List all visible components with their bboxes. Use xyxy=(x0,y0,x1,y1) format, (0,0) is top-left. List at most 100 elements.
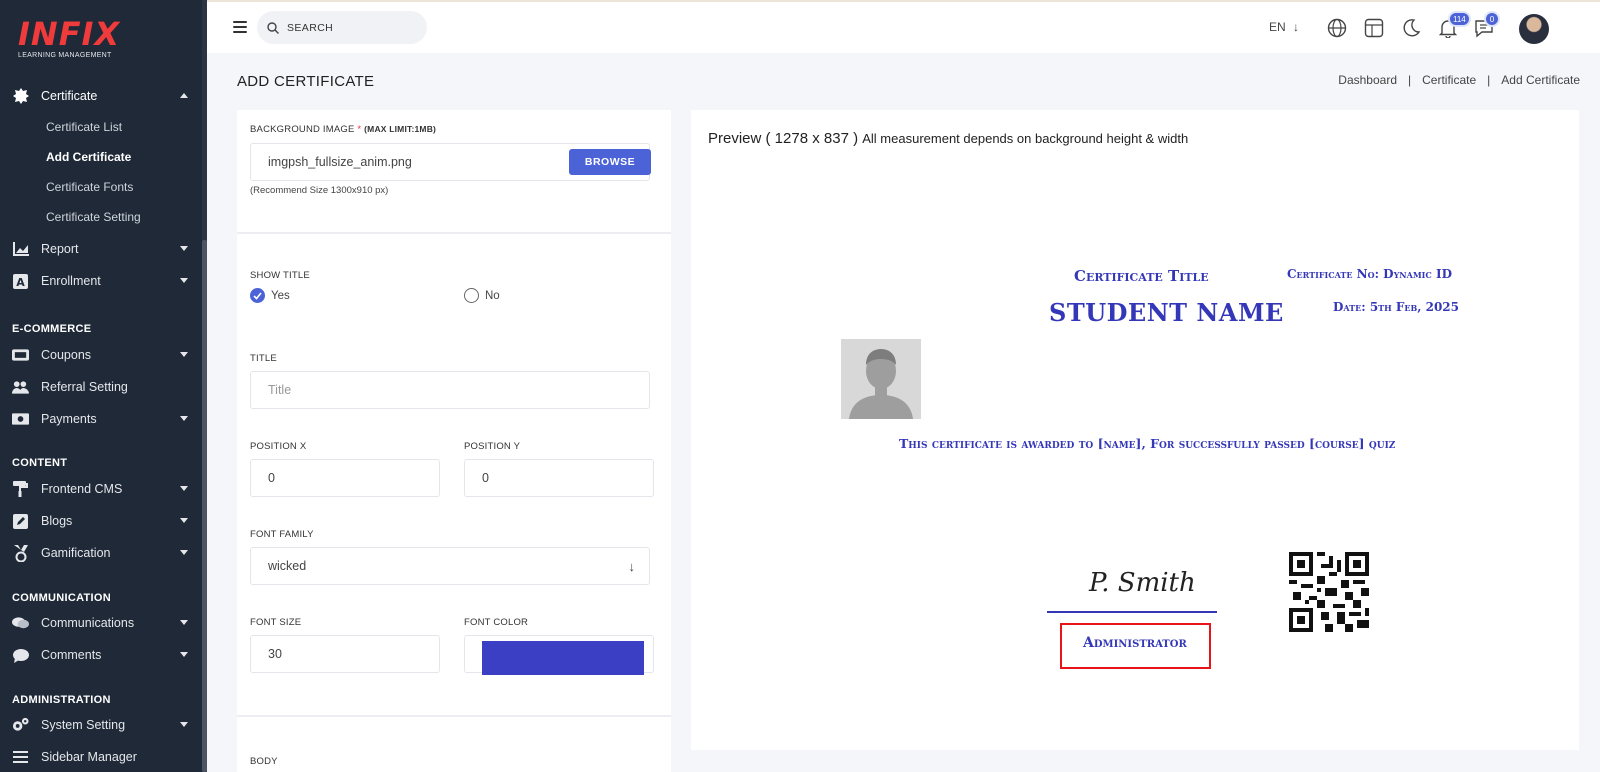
student-photo-placeholder xyxy=(841,339,921,419)
preview-title-main: Preview ( 1278 x 837 ) xyxy=(708,130,859,147)
sidebar-item-label: Certificate xyxy=(41,89,98,103)
search-icon xyxy=(267,21,279,34)
sidebar-subitem-certificate-fonts[interactable]: Certificate Fonts xyxy=(46,180,133,194)
list-icon xyxy=(12,749,29,766)
chevron-down-icon xyxy=(180,278,188,283)
max-limit-hint: (MAX LIMIT:1MB) xyxy=(364,124,437,134)
certificate-preview: Preview ( 1278 x 837 ) All measurement d… xyxy=(691,110,1579,750)
font-family-select[interactable]: wicked ↓ xyxy=(250,547,650,585)
app-logo[interactable]: INFIX LEARNING MANAGEMENT xyxy=(18,18,120,59)
sidebar-item-blogs[interactable]: Blogs xyxy=(12,509,192,533)
comment-icon xyxy=(12,647,29,664)
chevron-up-icon xyxy=(180,93,188,98)
radio-unchecked-icon xyxy=(464,288,479,303)
chart-icon xyxy=(12,241,29,258)
sidebar-item-label: Communications xyxy=(41,616,135,630)
sidebar-item-label: Gamification xyxy=(41,546,111,560)
title-label: TITLE xyxy=(250,353,277,364)
messages-icon[interactable]: 0 xyxy=(1474,11,1500,38)
menu-toggle-icon[interactable] xyxy=(233,21,247,33)
sidebar-item-sidebar-manager[interactable]: Sidebar Manager xyxy=(12,745,192,769)
sidebar-item-gamification[interactable]: Gamification xyxy=(12,541,192,565)
show-title-label: SHOW TITLE xyxy=(250,270,310,281)
cert-title: Certificate Title xyxy=(1074,267,1209,285)
section-content: CONTENT xyxy=(12,457,68,469)
signature-image: P. Smith xyxy=(1089,568,1196,598)
title-input[interactable]: Title xyxy=(250,371,650,409)
sidebar-item-comments[interactable]: Comments xyxy=(12,643,192,667)
certificate-icon xyxy=(12,88,29,105)
sidebar-item-coupons[interactable]: Coupons xyxy=(12,343,192,367)
notifications-bell-icon[interactable]: 114 xyxy=(1438,11,1471,39)
sidebar-item-enrollment[interactable]: A Enrollment xyxy=(12,269,192,293)
sidebar-item-label: System Setting xyxy=(41,718,126,732)
sidebar-item-certificate[interactable]: Certificate xyxy=(12,84,192,108)
sidebar-item-payments[interactable]: Payments xyxy=(12,407,192,431)
breadcrumb-dashboard[interactable]: Dashboard xyxy=(1338,73,1397,87)
chevron-down-icon xyxy=(180,246,188,251)
sidebar-scroll-thumb[interactable] xyxy=(202,240,207,772)
sidebar-item-communications[interactable]: Communications xyxy=(12,611,192,635)
search-box[interactable] xyxy=(257,11,427,44)
user-avatar[interactable] xyxy=(1519,14,1549,44)
preview-heading: Preview ( 1278 x 837 ) All measurement d… xyxy=(708,130,1188,147)
arrow-down-icon: ↓ xyxy=(1293,20,1300,34)
enrollment-icon: A xyxy=(12,273,29,290)
cert-student-name: STUDENT NAME xyxy=(1049,298,1284,327)
chevron-down-icon xyxy=(180,352,188,357)
radio-label: No xyxy=(485,289,500,302)
sidebar-item-system-setting[interactable]: System Setting xyxy=(12,713,192,737)
language-label: EN xyxy=(1269,20,1286,34)
cert-number: Certificate No: Dynamic ID xyxy=(1287,267,1452,281)
certificate-form: BACKGROUND IMAGE * (MAX LIMIT:1MB) imgps… xyxy=(237,110,671,772)
sidebar-subitem-certificate-setting[interactable]: Certificate Setting xyxy=(46,210,141,224)
chevron-down-icon xyxy=(180,416,188,421)
font-color-label: FONT COLOR xyxy=(464,617,529,628)
show-title-yes-radio[interactable]: Yes xyxy=(250,288,290,303)
users-icon xyxy=(12,379,29,396)
position-x-input[interactable]: 0 xyxy=(250,459,440,497)
logo-subtitle: LEARNING MANAGEMENT xyxy=(18,52,112,59)
font-family-value: wicked xyxy=(268,559,307,573)
cert-date: Date: 5th Feb, 2025 xyxy=(1333,300,1460,314)
sidebar-item-label: Enrollment xyxy=(41,274,101,288)
sidebar-item-label: Coupons xyxy=(41,348,92,362)
position-y-input[interactable]: 0 xyxy=(464,459,654,497)
divider xyxy=(237,715,671,717)
breadcrumb: Dashboard | Certificate | Add Certificat… xyxy=(1338,73,1580,87)
chevron-down-icon xyxy=(180,486,188,491)
show-title-no-radio[interactable]: No xyxy=(464,288,500,303)
breadcrumb-certificate[interactable]: Certificate xyxy=(1422,73,1476,87)
sidebar-item-report[interactable]: Report xyxy=(12,237,192,261)
medal-icon xyxy=(12,544,29,562)
breadcrumb-add-certificate[interactable]: Add Certificate xyxy=(1501,73,1580,87)
user-silhouette-icon xyxy=(841,339,921,419)
search-input[interactable] xyxy=(287,21,417,34)
label-text: BACKGROUND IMAGE xyxy=(250,124,355,135)
font-family-label: FONT FAMILY xyxy=(250,529,314,540)
sidebar-item-referral-setting[interactable]: Referral Setting xyxy=(12,375,192,399)
browse-button[interactable]: BROWSE xyxy=(569,149,651,175)
sidebar-item-label: Blogs xyxy=(41,514,73,528)
font-color-swatch[interactable] xyxy=(482,641,644,675)
background-file-name: imgpsh_fullsize_anim.png xyxy=(268,155,412,169)
messages-badge: 0 xyxy=(1484,11,1500,27)
sidebar-item-label: Frontend CMS xyxy=(41,482,123,496)
sidebar-item-label: Payments xyxy=(41,412,97,426)
sidebar-item-label: Sidebar Manager xyxy=(41,750,137,764)
sidebar-item-frontend-cms[interactable]: Frontend CMS xyxy=(12,477,192,501)
sidebar-subitem-certificate-list[interactable]: Certificate List xyxy=(46,120,122,134)
chevron-down-icon xyxy=(180,550,188,555)
sidebar-scrollbar[interactable] xyxy=(202,0,207,772)
font-size-input[interactable]: 30 xyxy=(250,635,440,673)
recommended-size-hint: (Recommend Size 1300x910 px) xyxy=(250,185,389,196)
edit-icon xyxy=(12,513,29,530)
chevron-down-icon xyxy=(180,620,188,625)
chevron-down-icon xyxy=(180,652,188,657)
globe-icon[interactable] xyxy=(1327,18,1347,38)
language-selector[interactable]: EN ↓ xyxy=(1269,20,1299,34)
layout-icon[interactable] xyxy=(1364,18,1384,38)
sidebar-subitem-add-certificate[interactable]: Add Certificate xyxy=(46,150,131,164)
dark-mode-moon-icon[interactable] xyxy=(1401,18,1421,38)
breadcrumb-separator: | xyxy=(1408,73,1412,87)
